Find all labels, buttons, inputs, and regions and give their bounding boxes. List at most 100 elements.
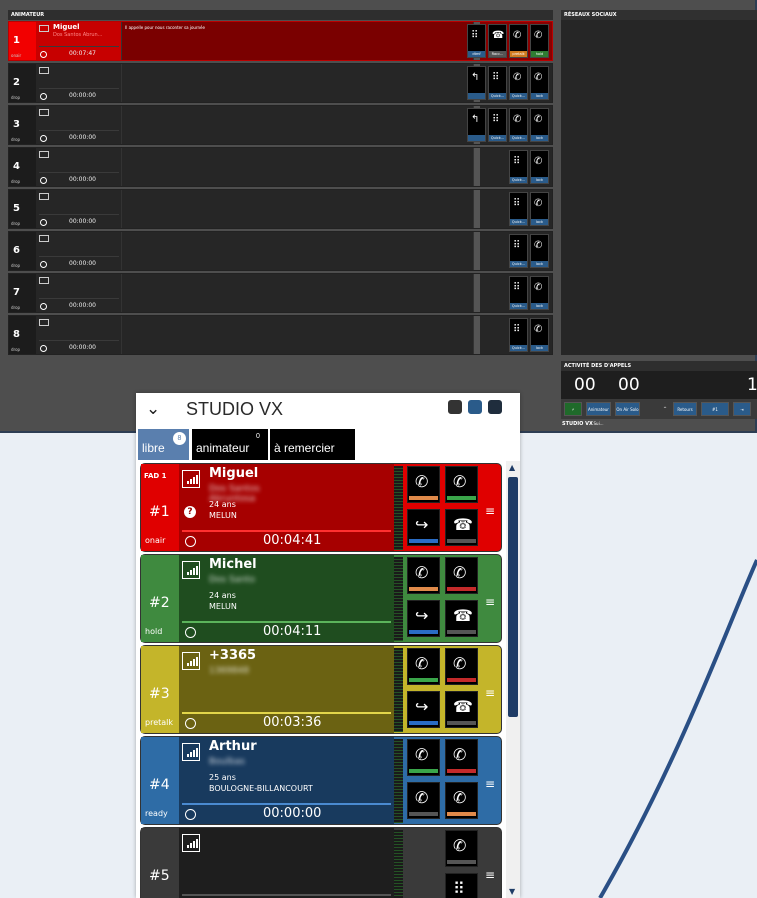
call-action-button[interactable]: ✆ xyxy=(407,739,440,776)
chevron-down-icon[interactable]: ⌄ xyxy=(146,399,160,419)
line-action-button[interactable]: ✆ lock xyxy=(530,192,549,226)
line-action-button[interactable]: ⠿ Quick... xyxy=(509,234,528,268)
hamburger-icon[interactable]: ≡ xyxy=(485,595,495,609)
call-note[interactable] xyxy=(122,316,474,354)
call-action-button[interactable]: ✆ xyxy=(407,782,440,819)
call-action-button[interactable]: ☎ xyxy=(445,509,478,546)
call-note[interactable] xyxy=(122,274,474,312)
card-info[interactable]: Michel Dos Santo 24 ans MELUN 00:04:11 xyxy=(179,555,394,642)
call-action-button[interactable]: ☎ xyxy=(445,600,478,637)
caller-subname xyxy=(209,848,299,857)
button-label: Quick... xyxy=(510,261,527,267)
hamburger-icon[interactable]: ≡ xyxy=(485,868,495,882)
line-action-button[interactable]: ⠿ dtmf xyxy=(467,24,486,58)
scroll-up-icon[interactable]: ▲ xyxy=(509,463,515,472)
line-number: 5 drop xyxy=(9,190,36,228)
chevron-up-icon[interactable]: ^ xyxy=(661,402,669,416)
studio-line[interactable]: 5 drop 00:00:00 ⠿ Quick... ✆ lock xyxy=(8,189,553,229)
monitor-button[interactable]: #1 xyxy=(701,402,729,416)
call-action-button[interactable]: ↪ xyxy=(407,600,440,637)
call-card[interactable]: #3 pretalk +3365 1369848 00:03:36 ✆ ✆ ↪ … xyxy=(140,645,502,734)
line-spacer xyxy=(474,190,480,228)
hamburger-icon[interactable]: ≡ xyxy=(485,504,495,518)
call-action-button[interactable]: ✆ xyxy=(445,557,478,594)
tab-animateur[interactable]: animateur 0 xyxy=(192,429,268,460)
line-action-button[interactable]: ⠿ Quick... xyxy=(488,108,507,142)
clock-icon xyxy=(40,135,47,142)
call-action-button[interactable]: ✆ xyxy=(445,739,478,776)
card-info[interactable]: Arthur Boulbas 25 ans BOULOGNE-BILLANCOU… xyxy=(179,737,394,824)
call-action-button[interactable]: ✆ xyxy=(445,648,478,685)
animateur-button[interactable]: Animateur Sui... xyxy=(586,402,611,426)
line-action-button[interactable]: ✆ lock xyxy=(530,318,549,352)
studio-line[interactable]: 2 drop 00:00:00 ↰ ⠿ Quick... ✆ Quick... … xyxy=(8,63,553,103)
call-note[interactable] xyxy=(122,190,474,228)
line-action-button[interactable]: ✆ lock xyxy=(530,276,549,310)
call-card[interactable]: FAD 1 #1 onair ? Miguel Dos Santos Abrun… xyxy=(140,463,502,552)
studio-line[interactable]: 1 onair Miguel Dos Santos Abrun... 00:07… xyxy=(8,21,553,61)
studio-line[interactable]: 4 drop 00:00:00 ⠿ Quick... ✆ lock xyxy=(8,147,553,187)
call-action-button[interactable]: ⠿ xyxy=(445,873,478,898)
call-card[interactable]: #2 hold Michel Dos Santo 24 ans MELUN 00… xyxy=(140,554,502,643)
call-action-button[interactable]: ☎ xyxy=(445,691,478,728)
line-action-button[interactable]: ✆ Quick... xyxy=(509,108,528,142)
call-card[interactable]: #4 ready Arthur Boulbas 25 ans BOULOGNE-… xyxy=(140,736,502,825)
on-air-solo-button[interactable]: On Air Solo xyxy=(615,402,640,416)
grid-icon[interactable] xyxy=(447,399,463,415)
line-action-button[interactable]: ☎ Racc... xyxy=(488,24,507,58)
button-label: Quick... xyxy=(510,303,527,309)
card-info[interactable] xyxy=(179,828,394,898)
call-action-button[interactable]: ✆ xyxy=(407,466,440,503)
call-action-button[interactable]: ✆ xyxy=(407,557,440,594)
line-action-button[interactable]: ⠿ Quick... xyxy=(509,318,528,352)
exit-icon[interactable]: ⇥ xyxy=(733,402,751,416)
line-action-button[interactable]: ↰ xyxy=(467,66,486,100)
phone-icon: ✆ xyxy=(513,114,522,125)
card-info[interactable]: ? Miguel Dos Santos Abruntosa 24 ans MEL… xyxy=(179,464,394,551)
call-action-button[interactable]: ✆ xyxy=(445,830,478,867)
line-action-button[interactable]: ✆ lock xyxy=(530,150,549,184)
caller-name: Miguel xyxy=(53,23,80,31)
studio-line[interactable]: 6 drop 00:00:00 ⠿ Quick... ✆ lock xyxy=(8,231,553,271)
line-action-button[interactable]: ✆ lock xyxy=(530,234,549,268)
phone-icon: ↰ xyxy=(471,114,480,125)
menu-icon[interactable] xyxy=(487,399,503,415)
level-button[interactable]: ⚡ xyxy=(564,402,582,416)
line-action-button[interactable]: ✆ hold xyxy=(530,24,549,58)
tab-a-remercier[interactable]: à remercier xyxy=(270,429,355,460)
call-action-button[interactable]: ↪ xyxy=(407,691,440,728)
scroll-thumb[interactable] xyxy=(508,477,518,717)
call-note[interactable] xyxy=(122,106,474,144)
call-card[interactable]: #5 ✆ ⠿ ≡ xyxy=(140,827,502,898)
call-note[interactable] xyxy=(122,232,474,270)
studio-line[interactable]: 7 drop 00:00:00 ⠿ Quick... ✆ lock xyxy=(8,273,553,313)
card-number: #2 xyxy=(149,595,170,611)
line-action-button[interactable]: ⠿ Quick... xyxy=(488,66,507,100)
tab-libre[interactable]: libre 8 xyxy=(138,429,189,460)
line-action-button[interactable]: ↰ xyxy=(467,108,486,142)
line-action-button[interactable]: ✆ Quick... xyxy=(509,66,528,100)
call-action-button[interactable]: ✆ xyxy=(445,782,478,819)
line-action-button[interactable]: ✆ lock xyxy=(530,66,549,100)
call-note[interactable] xyxy=(122,148,474,186)
chat-icon[interactable] xyxy=(467,399,483,415)
phone-icon: ⠿ xyxy=(513,156,521,167)
scrollbar[interactable]: ▲ ▼ xyxy=(506,461,520,898)
hamburger-icon[interactable]: ≡ xyxy=(485,777,495,791)
call-note[interactable] xyxy=(122,64,474,102)
call-action-button[interactable]: ↪ xyxy=(407,509,440,546)
line-action-button[interactable]: ⠿ Quick... xyxy=(509,150,528,184)
hamburger-icon[interactable]: ≡ xyxy=(485,686,495,700)
studio-line[interactable]: 3 drop 00:00:00 ↰ ⠿ Quick... ✆ Quick... … xyxy=(8,105,553,145)
line-action-button[interactable]: ✆ pretalk xyxy=(509,24,528,58)
line-action-button[interactable]: ⠿ Quick... xyxy=(509,192,528,226)
line-action-button[interactable]: ⠿ Quick... xyxy=(509,276,528,310)
studio-line[interactable]: 8 drop 00:00:00 ⠿ Quick... ✆ lock xyxy=(8,315,553,355)
call-note[interactable]: Il appelle pour nous raconter sa journée xyxy=(122,22,474,60)
scroll-down-icon[interactable]: ▼ xyxy=(509,887,515,896)
line-action-button[interactable]: ✆ lock xyxy=(530,108,549,142)
call-action-button[interactable]: ✆ xyxy=(407,648,440,685)
call-action-button[interactable]: ✆ xyxy=(445,466,478,503)
card-info[interactable]: +3365 1369848 00:03:36 xyxy=(179,646,394,733)
retours-button[interactable]: Retours xyxy=(673,402,697,416)
